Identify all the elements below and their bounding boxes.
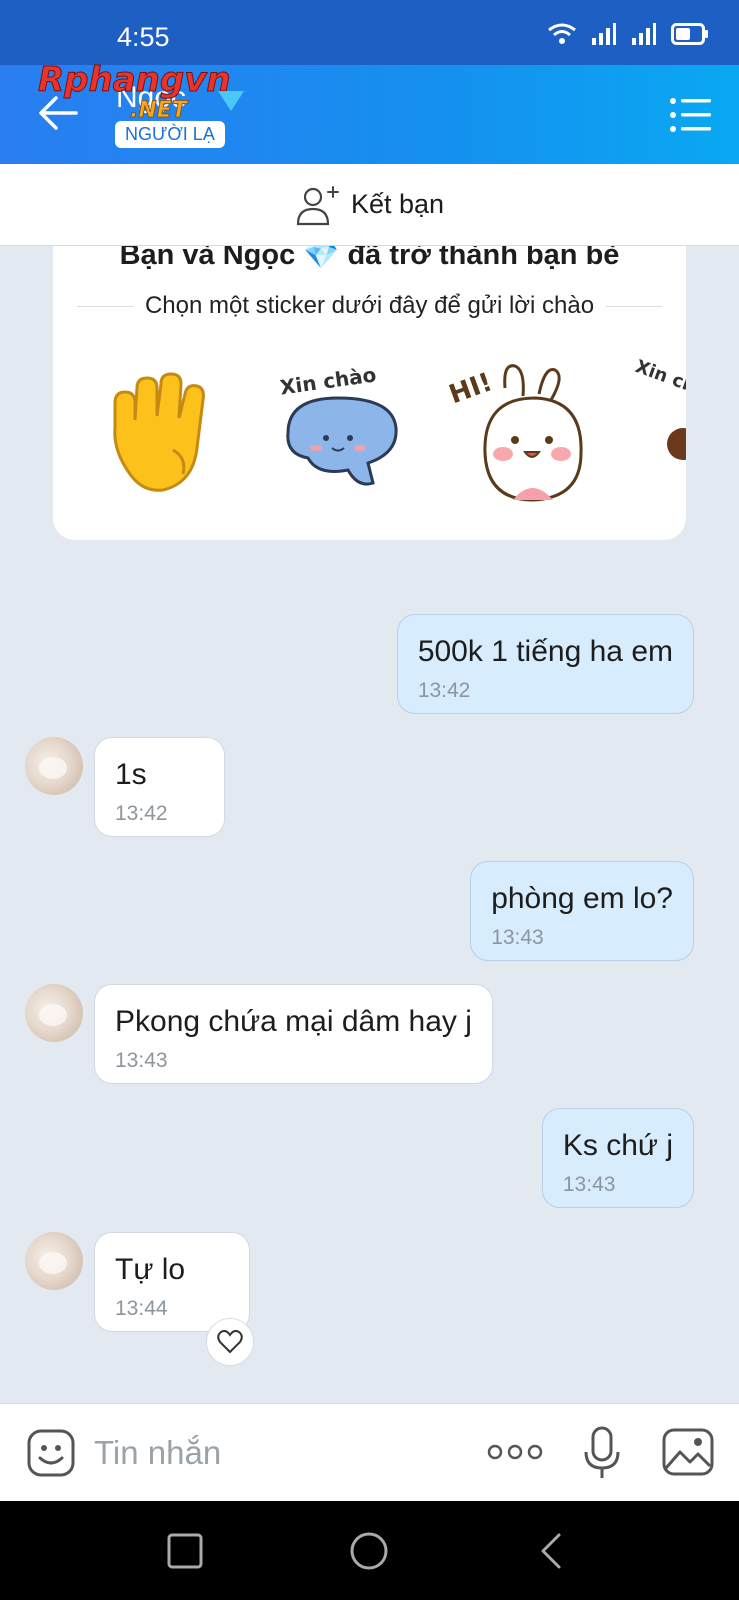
sticker-xin-chao-partial[interactable]: Xin chà xyxy=(613,358,686,508)
sticker-text: Xin chào xyxy=(279,362,378,399)
home-icon[interactable] xyxy=(349,1531,389,1571)
add-friend-label: Kết bạn xyxy=(350,189,445,219)
message-text: Ks chứ j xyxy=(562,1129,673,1162)
message-text: 500k 1 tiếng ha em xyxy=(417,635,673,668)
signal-icon xyxy=(592,23,616,45)
svg-text:.NET: .NET xyxy=(130,98,189,123)
avatar[interactable] xyxy=(25,984,83,1042)
watermark-logo: Rphangvn .NET xyxy=(38,60,244,123)
add-friend-button[interactable]: Kết bạn xyxy=(0,164,739,246)
message-time: 13:42 xyxy=(115,802,168,825)
signal-icon-2 xyxy=(632,23,656,45)
message-bubble[interactable]: Tự lo 13:44 xyxy=(94,1232,251,1332)
message-input[interactable] xyxy=(94,1430,454,1476)
more-options-icon[interactable] xyxy=(487,1438,543,1466)
sticker-bunny-hi[interactable]: HI! xyxy=(443,358,593,508)
message-bubble[interactable]: 500k 1 tiếng ha em 13:42 xyxy=(396,614,694,714)
react-heart-button[interactable] xyxy=(206,1318,254,1366)
message-bubble[interactable]: phòng em lo? 13:43 xyxy=(470,861,694,961)
sticker-text: Xin chà xyxy=(632,358,686,401)
message-time: 13:44 xyxy=(115,1297,168,1320)
sticker-text: HI! xyxy=(445,367,496,410)
message-bubble[interactable]: 1s 13:42 xyxy=(94,737,225,837)
wifi-icon xyxy=(548,23,576,44)
system-nav-bar xyxy=(0,1501,739,1600)
image-gallery-icon[interactable] xyxy=(662,1428,714,1476)
friend-card-subtitle: Chọn một sticker dưới đây để gửi lời chà… xyxy=(144,292,595,319)
message-time: 13:43 xyxy=(115,1049,168,1072)
recent-apps-icon[interactable] xyxy=(165,1531,205,1571)
status-icons xyxy=(547,22,709,46)
message-bubble[interactable]: Ks chứ j 13:43 xyxy=(541,1108,694,1208)
back-icon[interactable] xyxy=(533,1531,573,1571)
message-text: Pkong chứa mại dâm hay j xyxy=(115,1005,472,1038)
friend-greeting-card: Bạn và Ngọc 💎 đã trở thành bạn bè Chọn m… xyxy=(53,246,686,540)
message-out-1: 500k 1 tiếng ha em 13:42 xyxy=(396,614,694,714)
avatar[interactable] xyxy=(25,1232,83,1290)
heart-icon xyxy=(217,1330,243,1354)
status-time: 4:55 xyxy=(117,22,170,52)
message-in-2: Pkong chứa mại dâm hay j 13:43 xyxy=(94,984,493,1084)
divider xyxy=(77,305,133,307)
add-user-icon xyxy=(296,185,339,225)
message-text: 1s xyxy=(115,758,147,791)
avatar[interactable] xyxy=(25,737,83,795)
svg-text:Rphangvn: Rphangvn xyxy=(38,60,231,100)
microphone-icon[interactable] xyxy=(582,1426,622,1480)
friend-card-subtitle-row: Chọn một sticker dưới đây để gửi lời chà… xyxy=(77,292,663,320)
message-in-3: Tự lo 13:44 xyxy=(94,1232,251,1332)
message-input-bar xyxy=(0,1403,739,1501)
message-text: Tự lo xyxy=(115,1253,186,1286)
menu-list-icon[interactable] xyxy=(669,95,713,135)
chat-header: Ngọc NGƯỜI LẠ Rphangvn .NET xyxy=(0,60,739,164)
sticker-cat-xin-chao[interactable]: Xin chào xyxy=(268,358,418,508)
message-out-2: phòng em lo? 13:43 xyxy=(470,861,694,961)
message-bubble[interactable]: Pkong chứa mại dâm hay j 13:43 xyxy=(94,984,493,1084)
stranger-badge: NGƯỜI LẠ xyxy=(115,121,225,148)
message-text: phòng em lo? xyxy=(491,882,673,915)
message-time: 13:43 xyxy=(562,1173,616,1196)
emoji-sticker-icon[interactable] xyxy=(26,1428,76,1478)
friend-card-title: Bạn và Ngọc 💎 đã trở thành bạn bè xyxy=(119,246,620,271)
battery-icon xyxy=(671,23,708,45)
message-in-1: 1s 13:42 xyxy=(94,737,225,837)
message-time: 13:43 xyxy=(491,926,544,949)
sticker-waving-hand[interactable] xyxy=(93,358,243,508)
message-out-3: Ks chứ j 13:43 xyxy=(541,1108,694,1208)
divider xyxy=(606,305,663,307)
message-time: 13:42 xyxy=(417,679,471,702)
status-bar: 4:55 xyxy=(0,0,739,65)
